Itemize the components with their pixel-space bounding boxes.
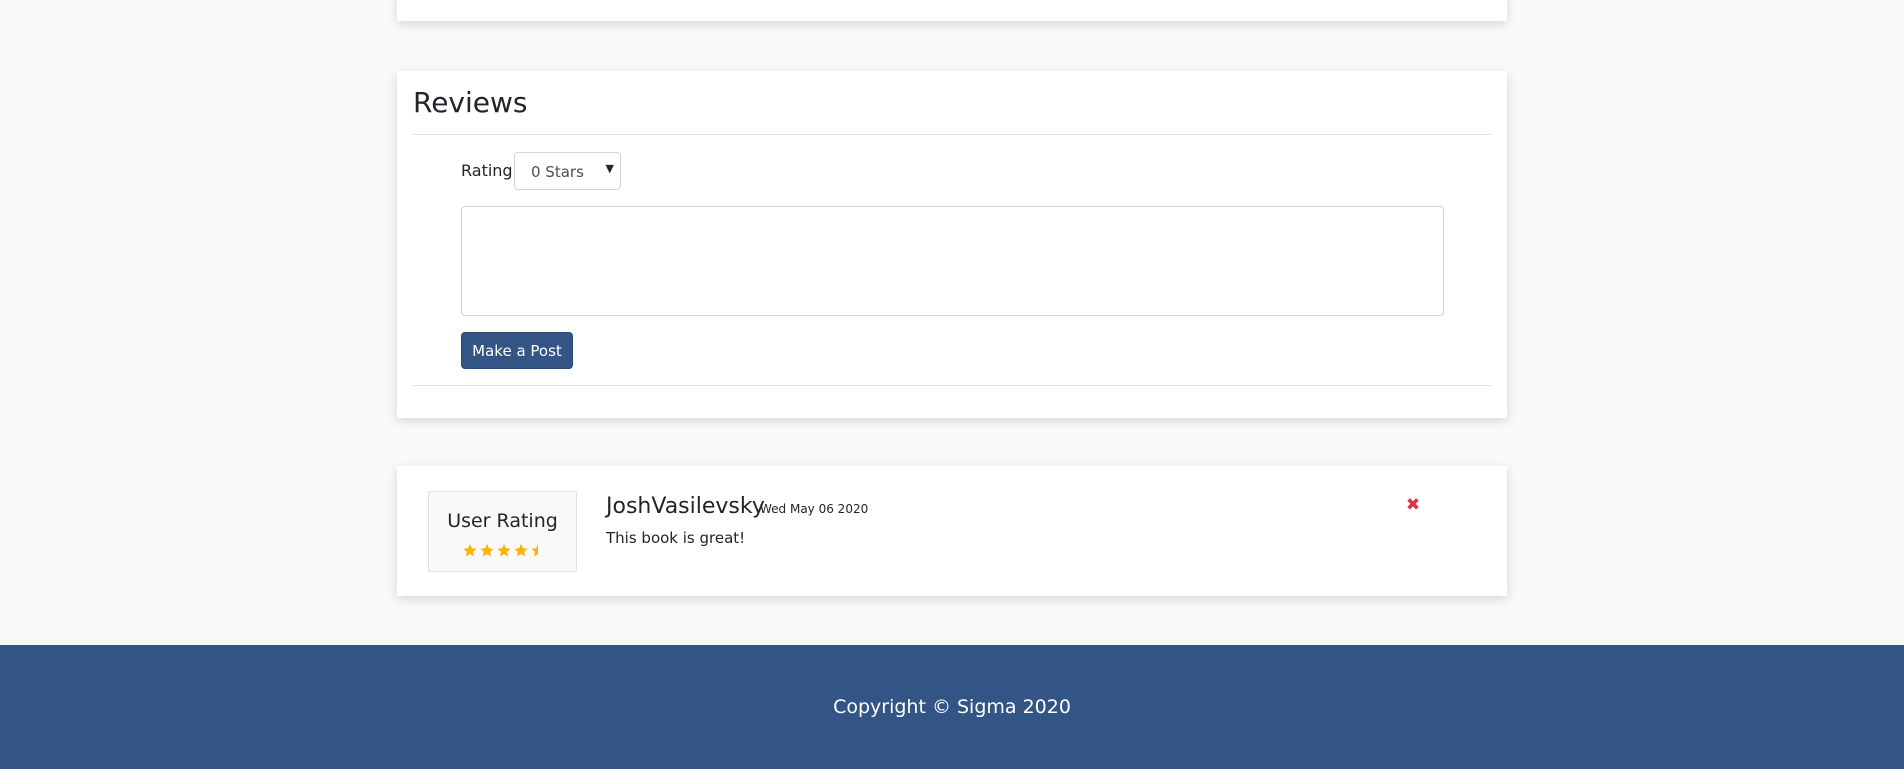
chevron-down-icon: ▼	[605, 162, 614, 175]
review-date: Wed May 06 2020	[760, 502, 869, 516]
rating-select-value: 0 Stars	[531, 163, 584, 181]
make-post-button[interactable]: Make a Post	[461, 332, 573, 369]
page: Reviews Rating 0 Stars ▼ Make a Post Use…	[0, 0, 1904, 769]
copyright-text: Copyright © Sigma 2020	[833, 696, 1071, 718]
reviewer-name: JoshVasilevsky	[606, 494, 765, 519]
footer: Copyright © Sigma 2020	[0, 645, 1904, 769]
rating-label: Rating	[461, 161, 513, 180]
previous-card	[397, 0, 1507, 21]
divider	[413, 134, 1491, 135]
review-card: User Rating JoshVasilevsky Wed May 06 20…	[397, 466, 1507, 596]
user-rating-label: User Rating	[447, 510, 558, 532]
close-icon: ✖	[1405, 495, 1421, 515]
reviews-card: Reviews Rating 0 Stars ▼ Make a Post	[397, 71, 1507, 418]
star-half-icon	[531, 543, 538, 557]
divider	[413, 385, 1491, 386]
rating-select[interactable]: 0 Stars ▼	[514, 152, 621, 190]
star-full-icon	[480, 543, 494, 557]
star-full-icon	[463, 543, 477, 557]
review-text: This book is great!	[606, 529, 746, 547]
star-full-icon	[497, 543, 511, 557]
user-rating-box: User Rating	[428, 491, 577, 572]
star-rating	[462, 542, 546, 560]
star-full-icon	[514, 543, 528, 557]
reviews-title: Reviews	[413, 86, 528, 119]
review-textarea[interactable]	[461, 206, 1444, 316]
delete-review-button[interactable]: ✖	[1405, 496, 1421, 514]
